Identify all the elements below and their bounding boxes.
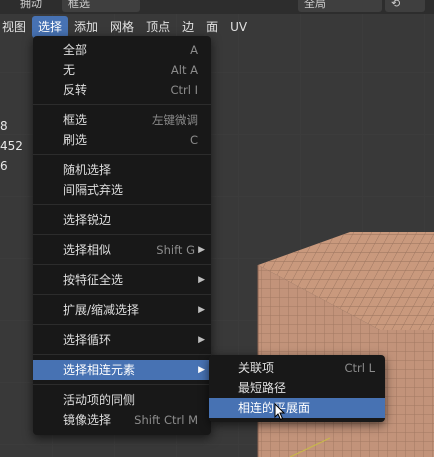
shortcut-label: Alt A — [170, 63, 198, 77]
menu-item-label: 无 — [63, 63, 76, 77]
menu-item-label: 选择锐边 — [63, 213, 112, 227]
header-menubar: 视图 选择 添加 网格 顶点 边 面 UV — [0, 16, 434, 38]
select-mirror-item[interactable]: 镜像选择 Shift Ctrl M — [33, 410, 211, 430]
shortest-path-item[interactable]: 最短路径 — [209, 378, 385, 398]
menu-vertex[interactable]: 顶点 — [140, 16, 176, 38]
menu-separator — [33, 154, 211, 155]
stat-line: 452 — [0, 139, 23, 153]
menu-separator — [33, 104, 211, 105]
menu-item-label: 关联项 — [238, 361, 275, 375]
submenu-arrow-icon: ▶ — [198, 305, 205, 315]
menu-separator — [33, 264, 211, 265]
shortcut-label: A — [190, 43, 198, 57]
select-mode-dropdown[interactable]: 框选 — [62, 0, 140, 12]
select-similar-item[interactable]: 选择相似 Shift G ▶ — [33, 240, 211, 260]
menu-uv[interactable]: UV — [224, 16, 253, 38]
menu-add[interactable]: 添加 — [68, 16, 104, 38]
menu-separator — [33, 354, 211, 355]
submenu-arrow-icon: ▶ — [198, 365, 205, 375]
box-select-item[interactable]: 框选 左键微调 — [33, 110, 211, 130]
menu-face[interactable]: 面 — [200, 16, 224, 38]
menu-item-label: 选择相似 — [63, 243, 112, 257]
menu-item-label: 活动项的同侧 — [63, 393, 136, 407]
menu-separator — [33, 324, 211, 325]
select-random-item[interactable]: 随机选择 — [33, 160, 211, 180]
submenu-arrow-icon: ▶ — [198, 245, 205, 255]
menu-separator — [33, 294, 211, 295]
select-all-by-trait-item[interactable]: 按特征全选 ▶ — [33, 270, 211, 290]
menu-separator — [33, 204, 211, 205]
menu-item-label: 刷选 — [63, 133, 88, 147]
select-dropdown-menu: 全部 A 无 Alt A 反转 Ctrl I 框选 左键微调 刷选 C 随机选择 间隔式弃… — [33, 36, 211, 435]
statistics-overlay: 8 452 6 — [0, 116, 23, 176]
menu-item-label: 随机选择 — [63, 163, 112, 177]
submenu-arrow-icon: ▶ — [198, 275, 205, 285]
menu-item-label: 镜像选择 — [63, 413, 112, 427]
linked-flat-faces-item[interactable]: 相连的平展面 — [209, 398, 385, 418]
transform-pivot-icon[interactable]: ⟲ — [385, 0, 425, 12]
menu-item-label: 反转 — [63, 83, 88, 97]
menu-view[interactable]: 视图 — [0, 16, 32, 38]
menu-mesh[interactable]: 网格 — [104, 16, 140, 38]
checker-deselect-item[interactable]: 间隔式弃选 — [33, 180, 211, 200]
orientation-dropdown[interactable]: 全局 — [298, 0, 382, 12]
tool-header: 拥动 框选 全局 ⟲ — [0, 0, 434, 14]
shortcut-label: Ctrl I — [170, 83, 198, 97]
linked-item[interactable]: 关联项 Ctrl L — [209, 358, 385, 378]
select-sharp-edges-item[interactable]: 选择锐边 — [33, 210, 211, 230]
menu-item-label: 选择循环 — [63, 333, 112, 347]
select-side-of-active-item[interactable]: 活动项的同侧 — [33, 390, 211, 410]
stat-line: 6 — [0, 159, 8, 173]
select-more-less-item[interactable]: 扩展/缩减选择 ▶ — [33, 300, 211, 320]
drag-label: 拥动 — [20, 0, 42, 10]
shortcut-label: Ctrl L — [344, 361, 375, 375]
menu-separator — [33, 384, 211, 385]
select-none-item[interactable]: 无 Alt A — [33, 60, 211, 80]
shortcut-label: Shift G — [156, 243, 195, 257]
menu-item-label: 间隔式弃选 — [63, 183, 124, 197]
select-linked-item[interactable]: 选择相连元素 ▶ — [33, 360, 211, 380]
shortcut-label: C — [189, 133, 198, 147]
menu-item-label: 扩展/缩减选择 — [63, 303, 140, 317]
circle-select-item[interactable]: 刷选 C — [33, 130, 211, 150]
shortcut-label: Shift Ctrl M — [134, 413, 198, 427]
select-invert-item[interactable]: 反转 Ctrl I — [33, 80, 211, 100]
shortcut-label: 左键微调 — [152, 113, 198, 127]
menu-item-label: 选择相连元素 — [63, 363, 136, 377]
select-linked-submenu: 关联项 Ctrl L 最短路径 相连的平展面 — [209, 355, 385, 422]
submenu-arrow-icon: ▶ — [198, 335, 205, 345]
menu-item-label: 框选 — [63, 113, 88, 127]
stat-line: 8 — [0, 119, 8, 133]
menu-select[interactable]: 选择 — [32, 16, 69, 38]
select-loops-item[interactable]: 选择循环 ▶ — [33, 330, 211, 350]
menu-item-label: 按特征全选 — [63, 273, 124, 287]
menu-separator — [33, 234, 211, 235]
menu-edge[interactable]: 边 — [176, 16, 200, 38]
mouse-cursor-icon — [274, 403, 286, 421]
select-all-item[interactable]: 全部 A — [33, 40, 211, 60]
menu-item-label: 最短路径 — [238, 381, 287, 395]
menu-item-label: 全部 — [63, 43, 88, 57]
